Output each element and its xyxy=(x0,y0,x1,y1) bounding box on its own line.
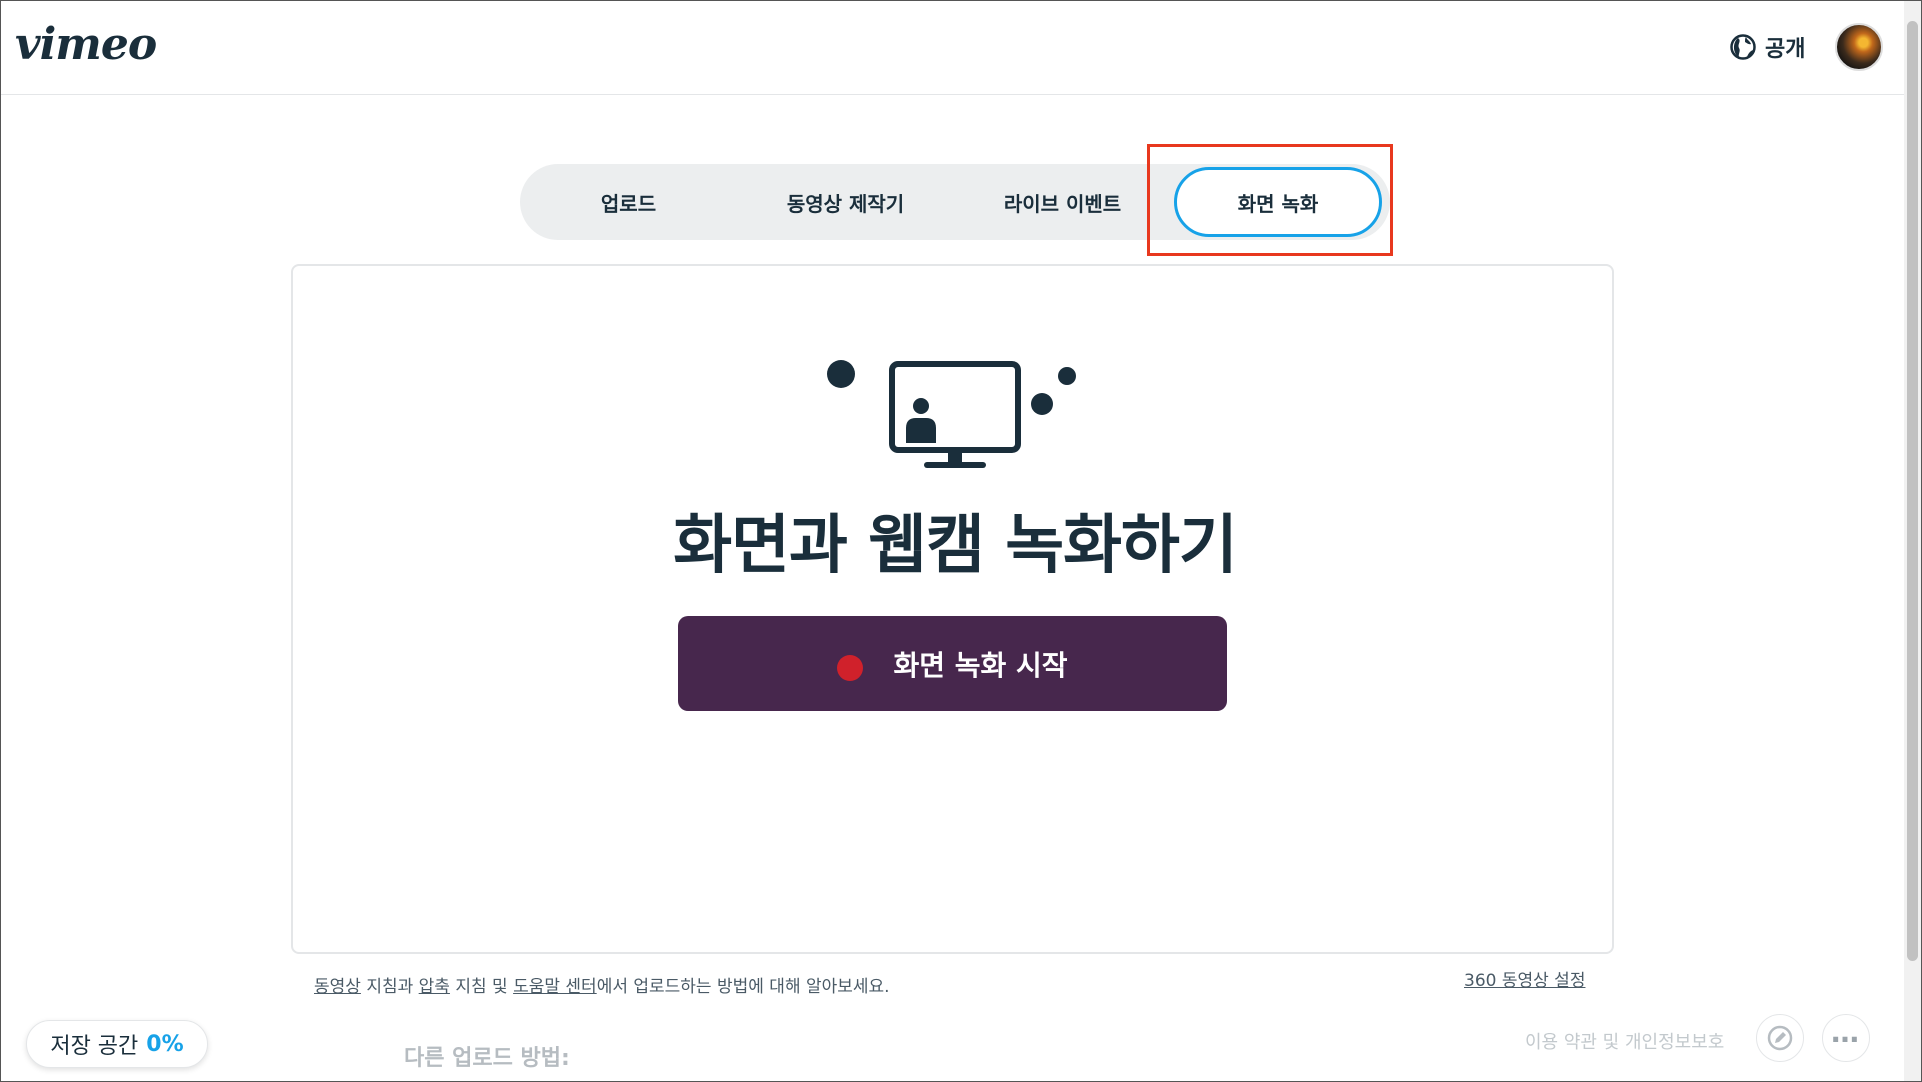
tab-screen-record-label: 화면 녹화 xyxy=(1237,191,1319,216)
link-video-guidelines[interactable]: 동영상 xyxy=(314,977,361,997)
top-header: vimeo 공개 xyxy=(1,1,1905,95)
help-text-part-2: 지침 및 xyxy=(449,977,514,997)
edit-button[interactable] xyxy=(1756,1014,1804,1062)
terms-privacy-link[interactable]: 이용 약관 및 개인정보보호 xyxy=(1525,1028,1724,1054)
tab-screen-record-pill: 화면 녹화 xyxy=(1174,167,1382,237)
tab-upload[interactable]: 업로드 xyxy=(520,164,737,240)
storage-label: 저장 공간 xyxy=(50,1034,139,1059)
help-text-part-3: 에서 업로드하는 방법에 대해 알아보세요. xyxy=(596,977,890,997)
monitor-person-icon xyxy=(827,360,1076,468)
scrollbar-thumb[interactable] xyxy=(1907,21,1918,961)
tab-upload-label: 업로드 xyxy=(600,191,657,216)
other-upload-heading: 다른 업로드 방법: xyxy=(404,1046,570,1071)
help-text-part-1: 지침과 xyxy=(360,977,419,997)
link-360-video-settings[interactable]: 360 동영상 설정 xyxy=(1464,966,1585,991)
storage-indicator[interactable]: 저장 공간 0% xyxy=(26,1020,208,1068)
globe-icon xyxy=(1730,34,1756,60)
tab-live-event[interactable]: 라이브 이벤트 xyxy=(954,164,1171,240)
help-text: 동영상 지침과 압축 지침 및 도움말 센터에서 업로드하는 방법에 대해 알아… xyxy=(314,972,890,997)
user-avatar[interactable] xyxy=(1835,23,1883,71)
storage-percent: 0% xyxy=(146,1031,184,1057)
link-compression-guidelines[interactable]: 압축 xyxy=(419,977,450,997)
page-headline: 화면과 웹캠 녹화하기 xyxy=(673,509,1237,583)
vimeo-logo[interactable]: vimeo xyxy=(15,19,157,70)
start-recording-label: 화면 녹화 시작 xyxy=(893,648,1068,682)
privacy-toggle[interactable]: 공개 xyxy=(1729,31,1805,63)
more-icon: … xyxy=(1831,1016,1861,1049)
privacy-label: 공개 xyxy=(1765,37,1806,62)
link-help-center[interactable]: 도움말 센터 xyxy=(513,977,597,997)
upload-method-tabs: 업로드 동영상 제작기 라이브 이벤트 화면 녹화 xyxy=(520,164,1390,240)
start-recording-button[interactable]: 화면 녹화 시작 xyxy=(678,616,1227,711)
record-dot-icon xyxy=(837,654,864,681)
edit-icon xyxy=(1767,1025,1793,1051)
tab-screen-record[interactable]: 화면 녹화 xyxy=(1171,164,1388,240)
vertical-scrollbar[interactable] xyxy=(1904,1,1921,1081)
tab-video-maker-label: 동영상 제작기 xyxy=(786,191,905,216)
tab-video-maker[interactable]: 동영상 제작기 xyxy=(737,164,954,240)
tab-live-event-label: 라이브 이벤트 xyxy=(1003,191,1122,216)
more-button[interactable]: … xyxy=(1822,1014,1870,1062)
